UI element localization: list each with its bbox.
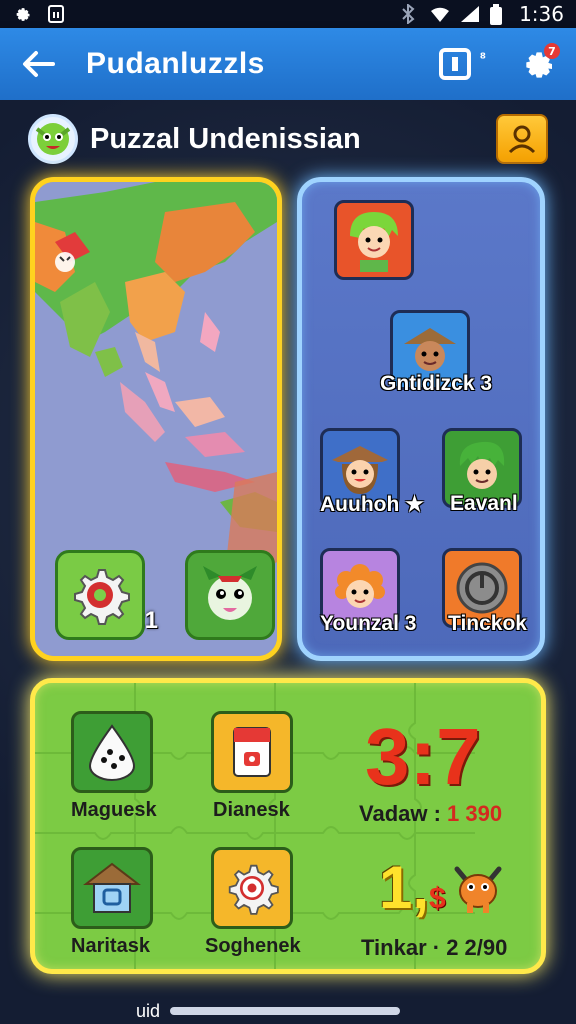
tile-label-naritask: Naritask (71, 935, 150, 957)
character-label-5: Younzal 3 (320, 612, 417, 635)
map-panel[interactable]: 1 (30, 177, 282, 661)
sim-card-icon (46, 4, 66, 24)
footer: uid (136, 1000, 406, 1022)
tinkar-stat: Tinkar · 2 2/90 (361, 935, 507, 961)
signal-icon (459, 4, 480, 24)
footer-label: uid (136, 1000, 161, 1021)
vadaw-stat: Vadaw : 1 390 (359, 801, 502, 827)
character-label-3: Auuhoh ★ (320, 493, 424, 516)
tinkar-label: Tinkar · (361, 935, 441, 960)
profile-button[interactable] (496, 114, 548, 164)
app-title: Pudanluzzls (86, 47, 265, 80)
goblin-icon (203, 566, 257, 620)
tile-dianesk[interactable] (211, 711, 293, 793)
fox-creature-icon (454, 866, 502, 913)
tile-label-soghenek: Soghenek (205, 935, 301, 957)
gear-icon (12, 4, 32, 24)
panel-icon (439, 48, 471, 80)
stats-panel: Maguesk Dianesk 3:7 Vadaw : 1 390 Narita… (30, 678, 546, 974)
tile-maguesk[interactable] (71, 711, 153, 793)
character-label-4: Eavanl (450, 492, 518, 515)
dice-drop-icon (88, 724, 136, 781)
tile-number: 1 (144, 607, 158, 634)
goblin-puzzle-tile[interactable] (185, 550, 275, 640)
coin-count: 1,$ (379, 853, 446, 922)
tile-soghenek[interactable] (211, 847, 293, 929)
back-button[interactable] (16, 42, 60, 86)
game-header: Puzzal Undenissian (28, 112, 548, 166)
hut-icon (83, 862, 141, 913)
vadaw-value: 1 390 (447, 801, 503, 826)
app-bar: Pudanluzzls ⁸ 7 (0, 28, 576, 100)
character-panel: Gntidizck 3 Auuhoh ★ Eavanl Younzal 3 Ti… (297, 177, 545, 661)
battery-icon (489, 4, 509, 25)
coin-currency: $ (429, 882, 446, 915)
card-icon (233, 727, 271, 777)
tile-label-dianesk: Dianesk (213, 799, 290, 821)
big-score: 3:7 (365, 712, 481, 801)
arrow-left-icon (23, 51, 55, 77)
gear-icon (228, 864, 279, 915)
clock-text: 1:36 (519, 2, 564, 26)
character-label-6: Tinckok (448, 612, 527, 635)
coin-count-value: 1, (379, 854, 430, 921)
character-card-1[interactable] (334, 200, 414, 280)
game-screen: Puzzal Undenissian 1 Gntidizck 3 Auuhoh … (0, 100, 576, 1024)
settings-badge: 7 (544, 43, 560, 59)
girl-character-icon (350, 212, 398, 272)
tile-naritask[interactable] (71, 847, 153, 929)
menu-button[interactable]: ⁸ (438, 41, 486, 87)
menu-badge-glyph: ⁸ (479, 51, 486, 67)
tile-label-maguesk: Maguesk (71, 799, 157, 821)
tinkar-value: 2 2/90 (446, 935, 508, 960)
user-icon (508, 125, 536, 154)
wifi-icon (429, 4, 450, 24)
vadaw-label: Vadaw : (359, 801, 441, 826)
home-indicator[interactable] (170, 1007, 401, 1015)
status-bar: 1:36 (0, 0, 576, 28)
page-title: Puzzal Undenissian (90, 122, 361, 155)
goblin-avatar-icon (35, 123, 71, 155)
avatar[interactable] (28, 114, 78, 164)
bluetooth-icon (399, 2, 419, 26)
gear-puzzle-tile[interactable]: 1 (55, 550, 158, 640)
settings-button[interactable]: 7 (514, 41, 560, 87)
gear-icon (74, 569, 130, 625)
character-label-2: Gntidizck 3 (380, 372, 493, 395)
